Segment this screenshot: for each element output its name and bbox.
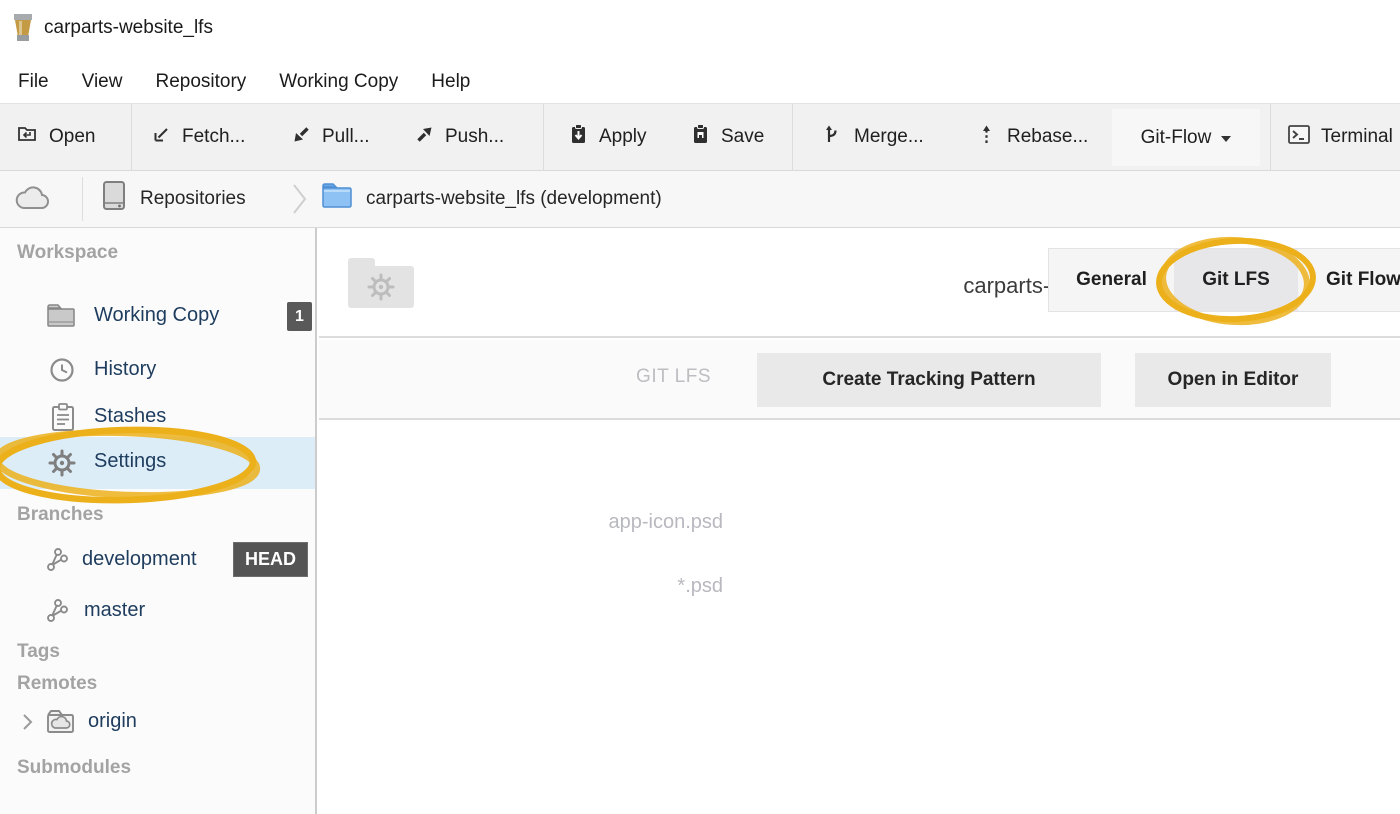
open-button[interactable]: Open [16,104,95,170]
sidebar-item-stashes[interactable]: Stashes [0,395,315,439]
merge-button[interactable]: Merge... [822,104,924,170]
branch-icon [44,597,72,630]
tab-git-lfs[interactable]: Git LFS [1174,249,1298,311]
working-copy-count-badge: 1 [287,302,312,331]
pull-icon [290,123,313,152]
toolbar-separator [1270,104,1271,170]
fetch-icon [150,123,173,152]
save-button[interactable]: Save [688,104,764,170]
title-bar: carparts-website_lfs [0,0,1400,60]
open-icon [16,122,40,152]
create-tracking-pattern-button[interactable]: Create Tracking Pattern [757,353,1101,407]
origin-icon [44,706,76,743]
sidebar-section-workspace: Workspace [17,242,118,264]
cloud-icon[interactable] [14,171,54,227]
toolbar: Open Fetch... Pull... [0,103,1400,171]
breadcrumb-separator [82,177,83,221]
settings-tabstrip: General Git LFS Git Flow [1048,248,1400,312]
git-lfs-toolbar: GIT LFS Create Tracking Pattern Open in … [319,340,1400,420]
pull-button[interactable]: Pull... [290,104,370,170]
breadcrumb-current-repo[interactable]: carparts-website_lfs (development) [320,171,662,227]
menu-working-copy[interactable]: Working Copy [279,71,398,93]
gitflow-caret-icon [1221,136,1231,142]
git-flow-button[interactable]: Git-Flow [1112,109,1260,166]
push-icon [413,123,436,152]
menu-repository[interactable]: Repository [155,71,246,93]
sidebar-section-submodules: Submodules [17,757,131,779]
terminal-button[interactable]: Terminal [1286,104,1393,170]
branch-icon [44,546,72,579]
sidebar-item-branch-development[interactable]: development HEAD [0,538,315,582]
sidebar: Workspace Working Copy 1 History [0,228,317,814]
rebase-icon [975,123,998,152]
sidebar-item-branch-master[interactable]: master [0,589,315,633]
settings-icon [47,448,77,483]
repo-settings-header: carparts-website_lfs General Git LFS Git… [319,228,1400,338]
breadcrumb-repositories[interactable]: Repositories [98,171,246,227]
push-button[interactable]: Push... [413,104,504,170]
breadcrumb: Repositories carparts-website_lfs (devel… [0,171,1400,228]
sidebar-item-working-copy[interactable]: Working Copy [0,294,315,338]
sidebar-item-remote-origin[interactable]: origin [0,700,315,744]
drive-icon [98,179,130,219]
tab-git-flow[interactable]: Git Flow [1298,249,1400,311]
toolbar-separator [543,104,544,170]
menu-file[interactable]: File [18,71,49,93]
sidebar-section-remotes: Remotes [17,673,97,695]
working-copy-icon [45,301,77,336]
repo-folder-icon [320,181,354,217]
sidebar-item-history[interactable]: History [0,348,315,392]
menu-view[interactable]: View [82,71,123,93]
main-panel: carparts-website_lfs General Git LFS Git… [319,228,1400,814]
sidebar-section-branches: Branches [17,504,104,526]
menu-help[interactable]: Help [431,71,470,93]
expand-chevron-icon[interactable] [20,712,34,737]
tracked-pattern-row[interactable]: app-icon.psd [319,510,723,534]
breadcrumb-chevron-icon [290,171,310,227]
rebase-button[interactable]: Rebase... [975,104,1088,170]
terminal-icon [1286,122,1312,153]
tracked-pattern-row[interactable]: *.psd [319,574,723,598]
repo-settings-icon [345,254,417,317]
apply-button[interactable]: Apply [566,104,647,170]
save-icon [688,122,712,152]
sourcetree-window: carparts-website_lfs File View Repositor… [0,0,1400,814]
menu-bar: File View Repository Working Copy Help [0,60,1400,103]
toolbar-separator [792,104,793,170]
window-title: carparts-website_lfs [44,17,213,39]
git-lfs-section-label: GIT LFS [319,366,711,388]
open-in-editor-button[interactable]: Open in Editor [1135,353,1331,407]
apply-icon [566,122,590,152]
sidebar-section-tags: Tags [17,641,60,663]
head-badge: HEAD [233,542,308,577]
tab-general[interactable]: General [1049,249,1174,311]
sidebar-item-settings[interactable]: Settings [0,437,315,489]
stashes-icon [49,401,77,438]
merge-icon [822,123,845,152]
toolbar-separator [131,104,132,170]
fetch-button[interactable]: Fetch... [150,104,245,170]
history-icon [47,355,77,390]
sourcetree-app-icon [10,13,36,48]
